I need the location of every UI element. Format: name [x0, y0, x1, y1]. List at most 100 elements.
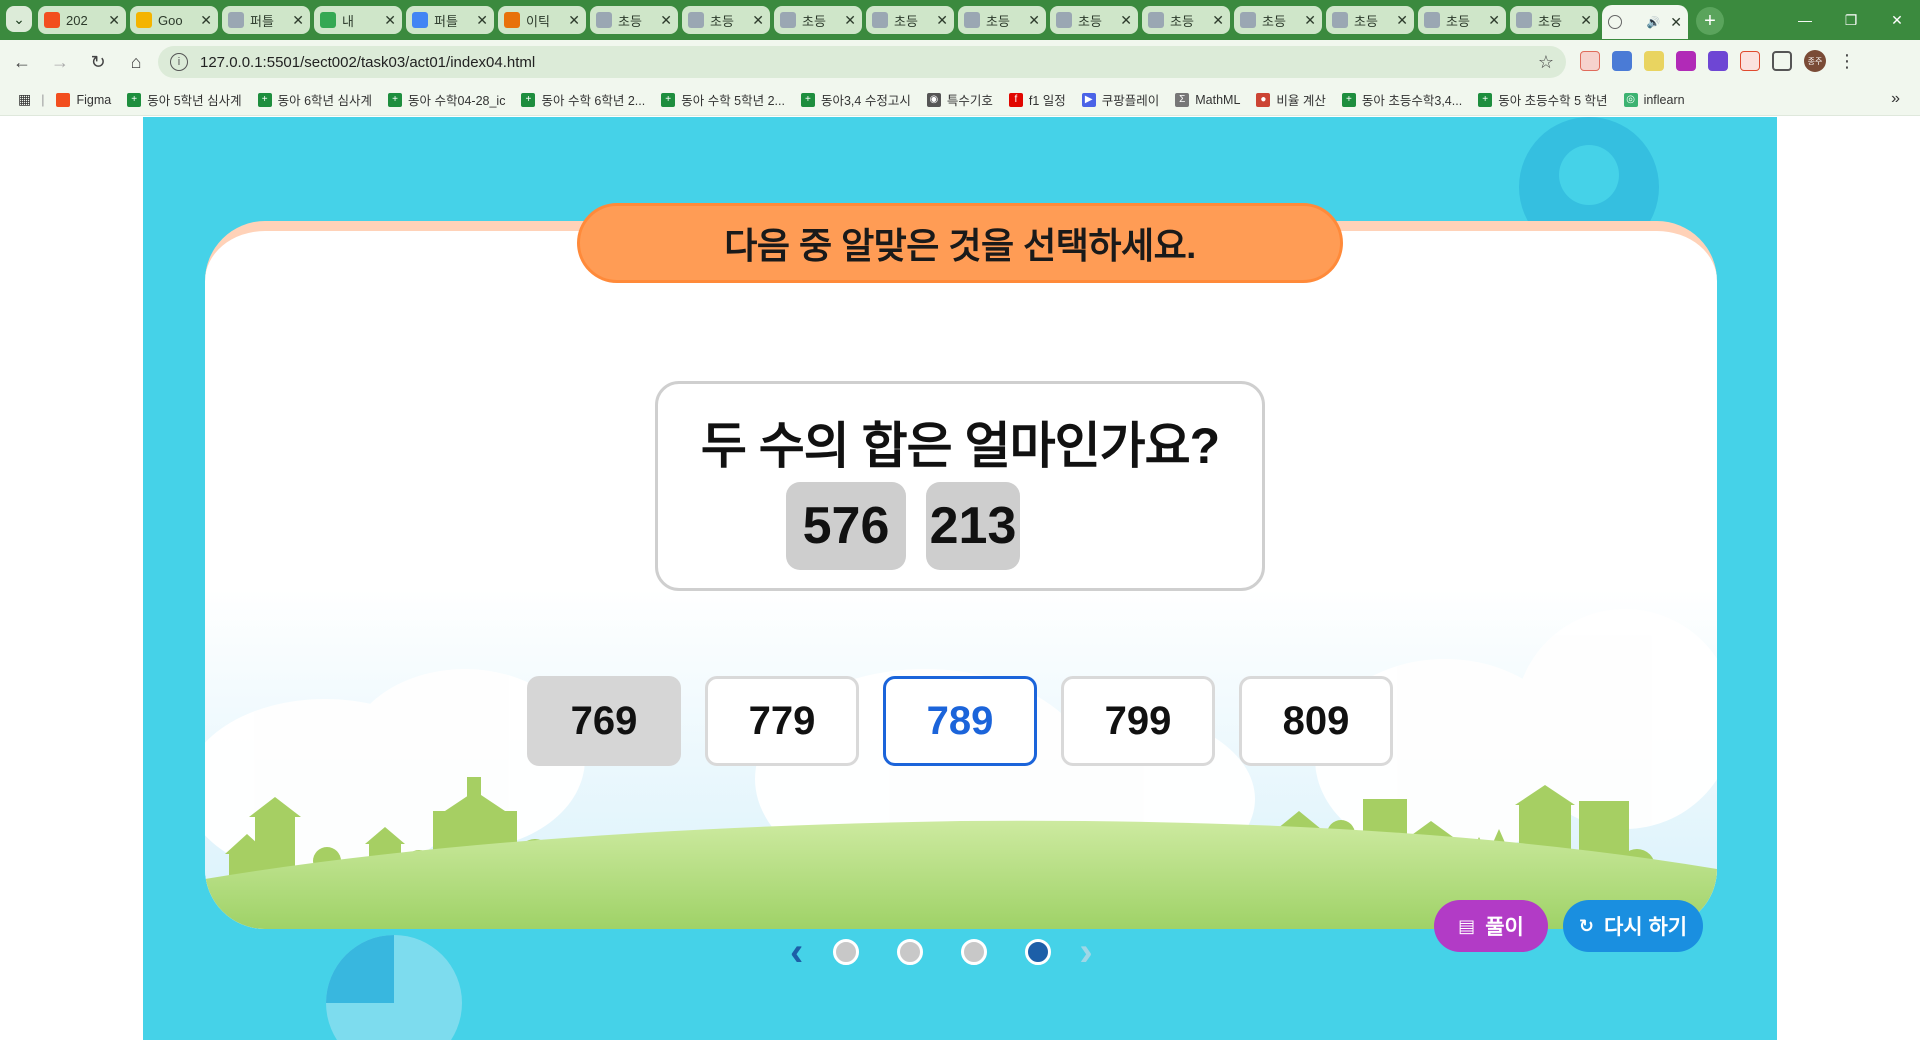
- answer-choice-selected[interactable]: 789: [883, 676, 1037, 766]
- page-dot[interactable]: [961, 939, 988, 965]
- page-navigation: ‹ ›: [790, 932, 1093, 972]
- browser-tab[interactable]: 초등 ✕: [1510, 6, 1598, 34]
- browser-tab[interactable]: 초등 ✕: [774, 6, 862, 34]
- browser-tab[interactable]: 초등 ✕: [1234, 6, 1322, 34]
- answer-choice[interactable]: 769: [527, 676, 681, 766]
- tab-close-icon[interactable]: ✕: [384, 12, 396, 29]
- bookmark-star-icon[interactable]: ☆: [1538, 52, 1554, 73]
- forward-icon[interactable]: →: [44, 46, 76, 78]
- restore-icon[interactable]: ❐: [1828, 0, 1874, 40]
- tab-close-icon[interactable]: ✕: [752, 12, 764, 29]
- tab-search-button[interactable]: ⌄: [6, 6, 32, 32]
- bookmark-item[interactable]: ◉ 특수기호: [926, 90, 993, 109]
- answer-choice[interactable]: 799: [1061, 676, 1215, 766]
- bookmark-item[interactable]: Σ MathML: [1175, 92, 1241, 107]
- browser-tab[interactable]: 초등 ✕: [958, 6, 1046, 34]
- tab-close-icon[interactable]: ✕: [1670, 14, 1682, 31]
- tab-close-icon[interactable]: ✕: [200, 12, 212, 29]
- solution-button[interactable]: ▤ 풀이: [1434, 900, 1548, 952]
- answer-choice[interactable]: 809: [1239, 676, 1393, 766]
- bookmark-item[interactable]: ◎ inflearn: [1623, 92, 1685, 107]
- bookmark-item[interactable]: + 동아3,4 수정고시: [800, 90, 911, 109]
- home-icon[interactable]: ⌂: [120, 46, 152, 78]
- reload-icon[interactable]: ↻: [82, 46, 114, 78]
- browser-tab[interactable]: 이틱 ✕: [498, 6, 586, 34]
- tab-favicon-icon: [1516, 12, 1532, 28]
- tab-close-icon[interactable]: ✕: [1396, 12, 1408, 29]
- bookmark-item[interactable]: f f1 일정: [1008, 90, 1066, 109]
- bookmark-label: 동아 수학 6학년 2...: [541, 94, 646, 108]
- audio-icon[interactable]: 🔊: [1647, 16, 1661, 29]
- menu-icon[interactable]: ⋮: [1838, 51, 1856, 72]
- tab-close-icon[interactable]: ✕: [660, 12, 672, 29]
- extension-icon[interactable]: [1644, 51, 1664, 71]
- back-icon[interactable]: ←: [6, 46, 38, 78]
- browser-tab[interactable]: 초등 ✕: [590, 6, 678, 34]
- extension-icon[interactable]: [1708, 51, 1728, 71]
- page-dot-active[interactable]: [1025, 939, 1052, 965]
- tab-close-icon[interactable]: ✕: [1028, 12, 1040, 29]
- tab-favicon-icon: [136, 12, 152, 28]
- bookmark-item[interactable]: + 동아 6학년 심사계: [257, 90, 373, 109]
- close-window-icon[interactable]: ✕: [1874, 0, 1920, 40]
- bookmark-item[interactable]: + 동아 수학04-28_ic: [388, 90, 505, 109]
- tab-close-icon[interactable]: ✕: [1120, 12, 1132, 29]
- tab-close-icon[interactable]: ✕: [568, 12, 580, 29]
- site-info-icon[interactable]: i: [170, 53, 188, 71]
- profile-avatar[interactable]: 종주: [1804, 50, 1826, 72]
- extension-icon[interactable]: [1580, 51, 1600, 71]
- bookmark-item[interactable]: + 동아 수학 5학년 2...: [661, 90, 785, 109]
- more-bookmarks-icon[interactable]: »: [1891, 90, 1900, 108]
- bookmark-item[interactable]: + 동아 수학 6학년 2...: [521, 90, 645, 109]
- previous-page-icon[interactable]: ‹: [790, 932, 803, 972]
- tab-close-icon[interactable]: ✕: [1488, 12, 1500, 29]
- tab-favicon-icon: [1424, 12, 1440, 28]
- bookmark-item[interactable]: + 동아 초등수학3,4...: [1341, 90, 1462, 109]
- browser-tab-active[interactable]: 🔊 ✕: [1602, 5, 1688, 39]
- page-dot[interactable]: [897, 939, 924, 965]
- browser-tab[interactable]: 초등 ✕: [866, 6, 954, 34]
- question-card: 두 수의 합은 얼마인가요? 576 213 769 779 789 799 8…: [205, 221, 1717, 929]
- tab-close-icon[interactable]: ✕: [108, 12, 120, 29]
- browser-tab[interactable]: 초등 ✕: [682, 6, 770, 34]
- browser-tab[interactable]: 초등 ✕: [1418, 6, 1506, 34]
- browser-tab[interactable]: 202 ✕: [38, 6, 126, 34]
- answer-choice[interactable]: 779: [705, 676, 859, 766]
- next-page-icon[interactable]: ›: [1079, 932, 1092, 972]
- browser-tab[interactable]: 퍼틀 ✕: [222, 6, 310, 34]
- tab-close-icon[interactable]: ✕: [936, 12, 948, 29]
- bookmark-label: 특수기호: [946, 94, 993, 108]
- apps-grid-icon[interactable]: ▦: [18, 91, 31, 108]
- tab-close-icon[interactable]: ✕: [292, 12, 304, 29]
- browser-tab[interactable]: 초등 ✕: [1326, 6, 1414, 34]
- tab-close-icon[interactable]: ✕: [844, 12, 856, 29]
- extension-icon[interactable]: [1740, 51, 1760, 71]
- bookmark-item[interactable]: ● 비율 계산: [1256, 90, 1326, 109]
- browser-tab[interactable]: 초등 ✕: [1142, 6, 1230, 34]
- new-tab-button[interactable]: +: [1696, 7, 1724, 35]
- tab-close-icon[interactable]: ✕: [1304, 12, 1316, 29]
- browser-tab[interactable]: 내 ✕: [314, 6, 402, 34]
- extensions-puzzle-icon[interactable]: [1772, 51, 1792, 71]
- bookmark-item[interactable]: + 동아 5학년 심사계: [127, 90, 242, 109]
- browser-tab[interactable]: 초등 ✕: [1050, 6, 1138, 34]
- extension-icon[interactable]: [1676, 51, 1696, 71]
- tab-close-icon[interactable]: ✕: [1212, 12, 1224, 29]
- bookmark-label: 동아 6학년 심사계: [277, 94, 373, 108]
- bookmark-item[interactable]: Figma: [56, 92, 111, 107]
- bookmark-item[interactable]: + 동아 초등수학 5 학년: [1478, 90, 1608, 109]
- browser-tab[interactable]: Goo ✕: [130, 6, 218, 34]
- retry-button[interactable]: ↻ 다시 하기: [1563, 900, 1703, 952]
- tab-title: 초등: [1446, 13, 1470, 29]
- decor-pie-shape: [326, 935, 462, 1040]
- page-dot[interactable]: [833, 939, 860, 965]
- browser-tab[interactable]: 퍼틀 ✕: [406, 6, 494, 34]
- extension-icon[interactable]: [1612, 51, 1632, 71]
- tab-close-icon[interactable]: ✕: [1580, 12, 1592, 29]
- tab-close-icon[interactable]: ✕: [476, 12, 488, 29]
- url-bar[interactable]: i 127.0.0.1:5501/sect002/task03/act01/in…: [158, 46, 1566, 78]
- minimize-icon[interactable]: —: [1782, 0, 1828, 40]
- bookmark-label: MathML: [1195, 92, 1241, 107]
- bookmark-item[interactable]: ▶ 쿠팡플레이: [1081, 90, 1159, 109]
- tab-favicon-icon: [872, 12, 888, 28]
